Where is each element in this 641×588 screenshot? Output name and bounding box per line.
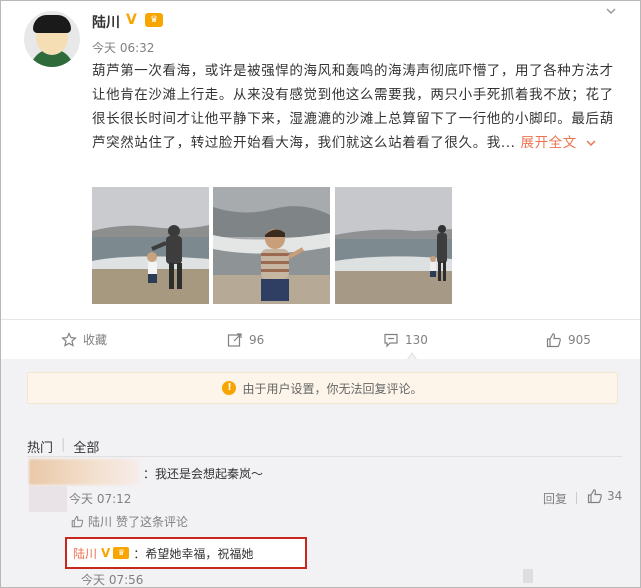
blurred-commenter-avatar (29, 486, 67, 512)
blurred-area (523, 569, 533, 583)
favorite-label: 收藏 (83, 333, 108, 347)
verified-icon: V (101, 546, 111, 560)
beach-photo-3[interactable] (335, 187, 452, 304)
comment-text: ：我还是会想起秦岚～ (143, 467, 264, 481)
beach-photo-1[interactable] (92, 187, 209, 304)
thumbs-up-icon (546, 333, 561, 348)
comment-button[interactable]: 130 (383, 320, 428, 360)
blurred-commenter-name (29, 459, 139, 485)
comment-tabs: 热门 | 全部 (27, 437, 99, 456)
comment-like-count: 34 (607, 489, 623, 503)
share-icon (227, 333, 242, 347)
chevron-down-icon (586, 140, 596, 147)
member-crown-icon: ♛ (113, 547, 130, 559)
comment-like-button[interactable]: 34 (587, 488, 622, 504)
author-liked-row: 陆川 赞了这条评论 (71, 513, 188, 530)
avatar-hair (33, 15, 71, 33)
tab-separator: | (61, 437, 66, 452)
beach-photo-2[interactable] (213, 187, 330, 304)
liked-by-name[interactable]: 陆川 (88, 513, 112, 530)
weibo-post-card: 陆川 V ♛ 今天 06:32 葫芦第一次看海，或许是被强悍的海风和轰鸣的海涛声… (0, 0, 641, 588)
reply-button[interactable]: 回复 (543, 490, 567, 507)
reply-text: ：希望她幸福，祝福她 (133, 546, 254, 561)
divider (27, 456, 622, 457)
action-bar: 收藏 96 130 905 (1, 319, 640, 360)
user-avatar[interactable] (24, 11, 80, 67)
warning-icon: ! (222, 381, 237, 395)
verified-icon: V (126, 12, 137, 28)
author-reply: 陆川 V ♛ ：希望她幸福，祝福她 (65, 537, 307, 569)
chevron-down-icon[interactable] (605, 5, 617, 17)
like-button[interactable]: 905 (546, 320, 591, 360)
reply-author-name[interactable]: 陆川 (73, 545, 97, 562)
reply-time: 今天 07:56 (81, 573, 144, 587)
tab-all[interactable]: 全部 (73, 437, 99, 456)
like-count: 905 (568, 333, 591, 347)
member-crown-icon: ♛ (145, 13, 163, 27)
divider (576, 492, 577, 504)
forward-button[interactable]: 96 (227, 320, 264, 360)
thumbs-up-icon (71, 515, 84, 528)
comment-icon (384, 333, 398, 348)
comment-time: 今天 07:12 (69, 492, 132, 506)
forward-count: 96 (249, 333, 265, 347)
tab-hot[interactable]: 热门 (27, 437, 53, 456)
liked-by-text: 赞了这条评论 (116, 515, 189, 529)
reply-disabled-notice: ! 由于用户设置，你无法回复评论。 (27, 372, 618, 404)
post-username[interactable]: 陆川 (92, 12, 120, 32)
thumbs-up-icon (587, 489, 602, 504)
post-time[interactable]: 今天 06:32 (92, 39, 154, 56)
comment-section: ! 由于用户设置，你无法回复评论。 热门 | 全部 ：我还是会想起秦岚～ 今天 … (1, 359, 640, 587)
expand-full-text-link[interactable]: 展开全文 (520, 135, 596, 151)
favorite-button[interactable]: 收藏 (61, 320, 107, 360)
post-body: 葫芦第一次看海，或许是被强悍的海风和轰鸣的海涛声彻底吓懵了，用了各种方法才让他肯… (92, 59, 622, 155)
star-icon (61, 332, 77, 347)
expand-label: 展开全文 (520, 135, 577, 151)
notice-text: 由于用户设置，你无法回复评论。 (242, 381, 423, 396)
